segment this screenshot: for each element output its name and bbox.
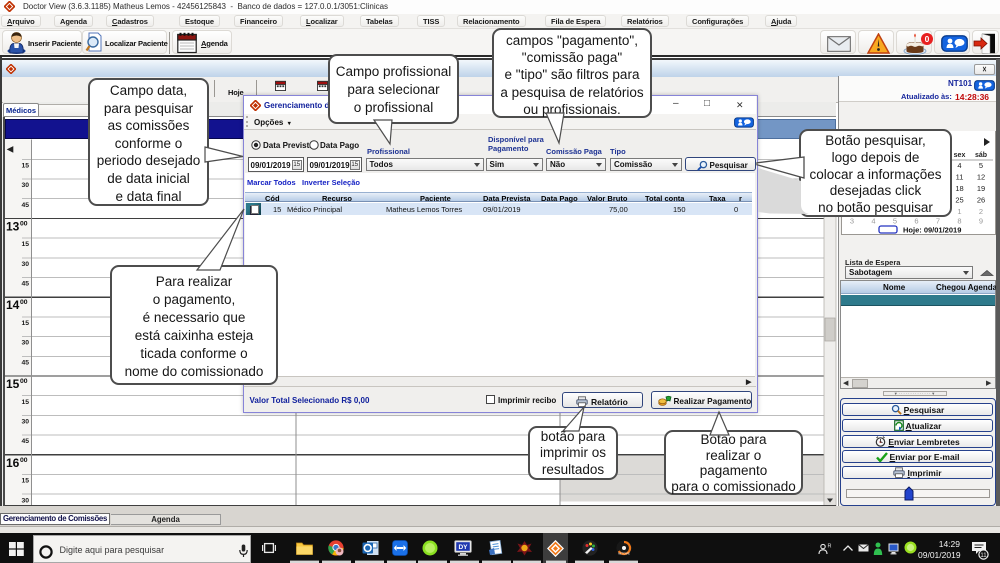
svg-text:16: 16	[6, 456, 20, 470]
svg-text:4: 4	[957, 161, 961, 170]
svg-text:7: 7	[936, 217, 940, 226]
svg-text:12: 12	[977, 173, 985, 182]
svg-text:1: 1	[957, 207, 961, 216]
svg-text:◀: ◀	[6, 145, 14, 154]
svg-text:18: 18	[955, 184, 963, 193]
svg-text:3: 3	[850, 217, 854, 226]
svg-text:8: 8	[957, 217, 961, 226]
svg-text:15: 15	[6, 377, 20, 391]
svg-text:2: 2	[979, 207, 983, 216]
svg-text:5: 5	[893, 217, 897, 226]
svg-text:sex: sex	[954, 152, 966, 159]
svg-text:30: 30	[21, 340, 29, 347]
svg-text:45: 45	[21, 202, 29, 209]
svg-text:11: 11	[980, 553, 987, 559]
svg-text:26: 26	[977, 196, 985, 205]
svg-text:30: 30	[21, 261, 29, 268]
svg-text:15: 15	[21, 320, 29, 327]
svg-text:30: 30	[21, 182, 29, 189]
svg-text:45: 45	[21, 438, 29, 445]
svg-text:4: 4	[871, 217, 875, 226]
svg-text:25: 25	[955, 196, 963, 205]
svg-text:30: 30	[21, 497, 29, 504]
svg-text:11: 11	[956, 173, 964, 182]
svg-text:15: 15	[21, 399, 29, 406]
svg-text:00: 00	[20, 220, 28, 227]
svg-text:15: 15	[21, 162, 29, 169]
svg-text:19: 19	[977, 184, 985, 193]
svg-text:30: 30	[21, 419, 29, 426]
svg-text:sáb: sáb	[975, 152, 987, 159]
svg-text:00: 00	[20, 378, 28, 385]
svg-text:6: 6	[914, 217, 918, 226]
svg-text:45: 45	[21, 359, 29, 366]
svg-text:13: 13	[6, 219, 20, 233]
svg-text:15: 15	[21, 241, 29, 248]
svg-text:Hoje: 09/01/2019: Hoje: 09/01/2019	[903, 226, 961, 235]
svg-text:45: 45	[21, 281, 29, 288]
svg-text:00: 00	[20, 457, 28, 464]
svg-text:5: 5	[979, 161, 983, 170]
svg-text:9: 9	[979, 217, 983, 226]
svg-text:R: R	[828, 544, 832, 550]
svg-text:15: 15	[21, 478, 29, 485]
svg-text:14: 14	[6, 298, 20, 312]
svg-text:00: 00	[20, 299, 28, 306]
